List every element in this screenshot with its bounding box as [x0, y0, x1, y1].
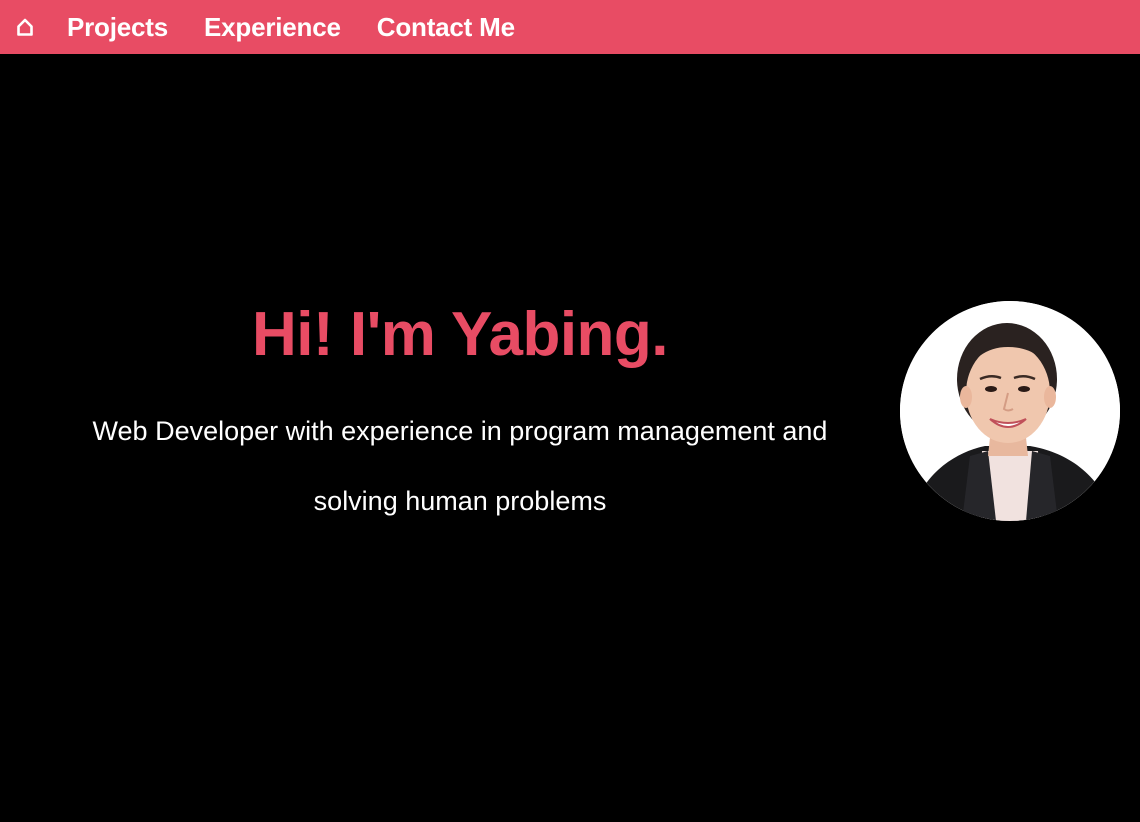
- home-icon[interactable]: [14, 13, 36, 41]
- hero-subtitle: Web Developer with experience in program…: [92, 416, 828, 516]
- nav-link-experience[interactable]: Experience: [204, 12, 341, 43]
- top-navbar: Projects Experience Contact Me: [0, 0, 1140, 54]
- hero-title: Hi! I'm Yabing.: [251, 300, 669, 369]
- nav-link-projects[interactable]: Projects: [67, 12, 168, 43]
- hero-section: Hi! I'm Yabing. Web Developer with exper…: [60, 290, 860, 536]
- avatar: [900, 301, 1120, 521]
- nav-link-contact-me[interactable]: Contact Me: [377, 12, 515, 43]
